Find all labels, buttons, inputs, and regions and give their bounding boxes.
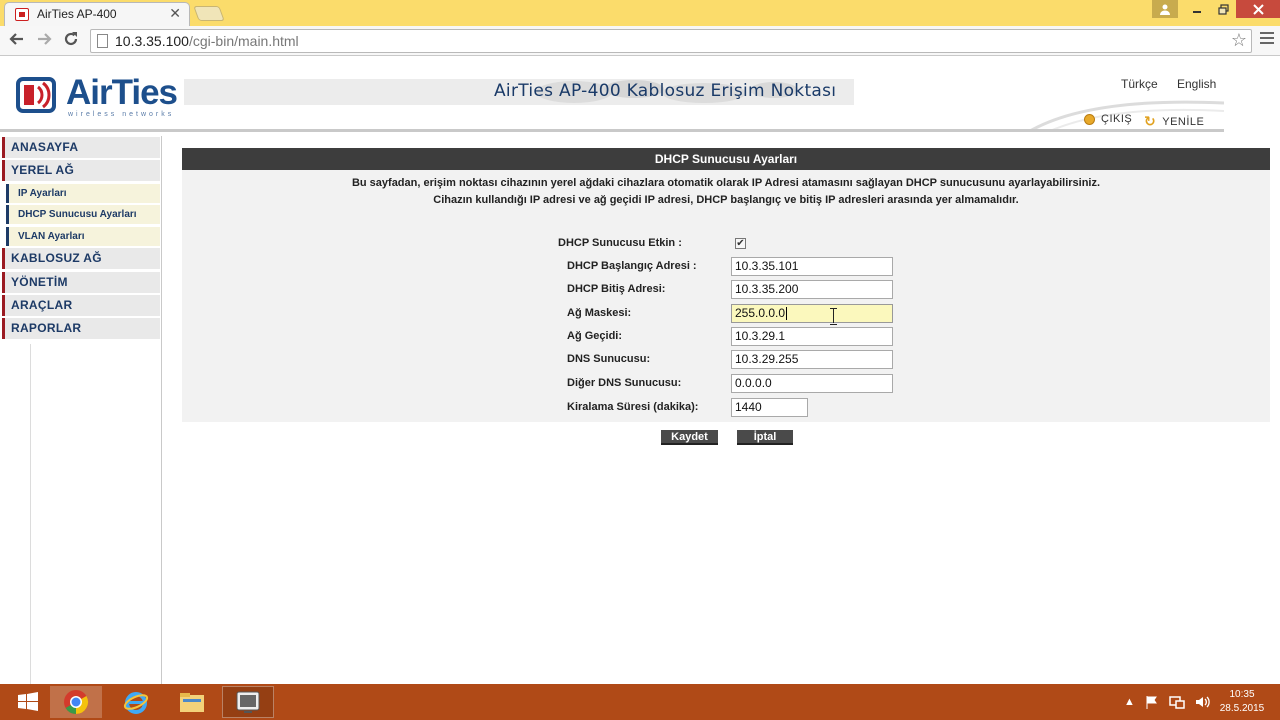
cancel-button[interactable]: İptal xyxy=(737,430,793,445)
refresh-icon: ↻ xyxy=(1144,113,1157,129)
sidebar-item-vlan-ayarlari[interactable]: VLAN Ayarları xyxy=(6,227,160,246)
logo-text: AirTies xyxy=(66,73,178,112)
window-controls xyxy=(1152,0,1280,20)
sidebar: ANASAYFA YEREL AĞ IP Ayarları DHCP Sunuc… xyxy=(0,136,162,684)
logo-subtitle: wireless networks xyxy=(68,111,175,118)
dns-label: DNS Sunucusu: xyxy=(567,353,651,365)
window-close-icon[interactable] xyxy=(1236,0,1280,18)
browser-menu-icon[interactable] xyxy=(1260,32,1274,47)
dhcp-start-input[interactable]: 10.3.35.101 xyxy=(731,257,893,276)
page-icon xyxy=(97,34,108,48)
header-divider xyxy=(0,129,1224,132)
sidebar-item-kablosuz-ag[interactable]: KABLOSUZ AĞ xyxy=(2,248,160,269)
taskbar-clock[interactable]: 10:35 28.5.2015 xyxy=(1216,688,1268,716)
taskbar: ▲ 10:35 28.5.2015 xyxy=(0,684,1280,720)
network-icon[interactable] xyxy=(1169,695,1185,709)
minimize-icon[interactable] xyxy=(1184,0,1210,18)
sidebar-item-dhcp-sunucusu[interactable]: DHCP Sunucusu Ayarları xyxy=(6,205,160,224)
browser-toolbar: 10.3.35.100/cgi-bin/main.html ☆ xyxy=(0,26,1280,56)
sidebar-divider xyxy=(30,344,31,684)
dhcp-end-input[interactable]: 10.3.35.200 xyxy=(731,280,893,299)
sidebar-item-yerel-ag[interactable]: YEREL AĞ xyxy=(2,160,160,181)
tab-title: AirTies AP-400 xyxy=(37,7,117,21)
sidebar-item-ip-ayarlari[interactable]: IP Ayarları xyxy=(6,184,160,203)
windows-start-icon[interactable] xyxy=(2,686,54,718)
logout-icon xyxy=(1084,113,1095,125)
gateway-label: Ağ Geçidi: xyxy=(567,330,623,342)
sidebar-item-yonetim[interactable]: YÖNETİM xyxy=(2,272,160,293)
back-icon[interactable] xyxy=(8,30,26,52)
bookmark-star-icon[interactable]: ☆ xyxy=(1231,30,1247,51)
gateway-input[interactable]: 10.3.29.1 xyxy=(731,327,893,346)
airties-favicon-icon xyxy=(15,8,29,21)
screen: AirTies AP-400 ✕ 10.3.35.100/cgi-bin/mai… xyxy=(0,0,1280,720)
browser-tabstrip: AirTies AP-400 ✕ xyxy=(0,0,1280,26)
sidebar-item-anasayfa[interactable]: ANASAYFA xyxy=(2,137,160,158)
airties-logo: AirTies wireless networks xyxy=(16,73,186,118)
logout-button[interactable]: ÇIKIŞ xyxy=(1084,113,1132,125)
lang-turkish-link[interactable]: Türkçe xyxy=(1121,77,1158,91)
page-title: AirTies AP-400 Kablosuz Erişim Noktası xyxy=(494,81,837,101)
internet-explorer-icon[interactable] xyxy=(110,686,162,718)
url-text: 10.3.35.100/cgi-bin/main.html xyxy=(115,33,299,49)
dhcp-end-label: DHCP Bitiş Adresi: xyxy=(567,283,666,295)
airties-logo-icon xyxy=(16,77,56,113)
subnet-mask-label: Ağ Maskesi: xyxy=(567,307,632,319)
panel-title: DHCP Sunucusu Ayarları xyxy=(182,148,1270,170)
dhcp-enabled-checkbox[interactable]: ✔ xyxy=(735,238,746,249)
dhcp-enabled-label: DHCP Sunucusu Etkin : xyxy=(558,237,682,249)
description-line-2: Cihazın kullandığı IP adresi ve ağ geçid… xyxy=(433,194,1019,206)
refresh-button[interactable]: ↻ YENİLE xyxy=(1144,113,1204,130)
lease-time-input[interactable]: 1440 xyxy=(731,398,808,417)
maximize-icon[interactable] xyxy=(1210,0,1236,18)
action-center-flag-icon[interactable] xyxy=(1145,695,1159,709)
address-bar[interactable]: 10.3.35.100/cgi-bin/main.html ☆ xyxy=(90,29,1252,53)
reload-icon[interactable] xyxy=(62,30,80,52)
user-profile-icon[interactable] xyxy=(1152,0,1178,18)
volume-icon[interactable] xyxy=(1195,695,1211,709)
dhcp-start-label: DHCP Başlangıç Adresi : xyxy=(567,260,697,272)
sidebar-item-raporlar[interactable]: RAPORLAR xyxy=(2,318,160,339)
secondary-dns-input[interactable]: 0.0.0.0 xyxy=(731,374,893,393)
ibeam-cursor-icon xyxy=(829,308,837,325)
lang-english-link[interactable]: English xyxy=(1177,77,1216,91)
forward-icon[interactable] xyxy=(35,30,53,52)
sidebar-item-araclar[interactable]: ARAÇLAR xyxy=(2,295,160,316)
new-tab-button[interactable] xyxy=(193,6,225,21)
settings-panel xyxy=(182,170,1270,422)
clock-time: 10:35 xyxy=(1229,689,1255,700)
dns-input[interactable]: 10.3.29.255 xyxy=(731,350,893,369)
save-button[interactable]: Kaydet xyxy=(661,430,718,445)
description-line-1: Bu sayfadan, erişim noktası cihazının ye… xyxy=(351,177,1101,189)
page-header: AirTies wireless networks AirTies AP-400… xyxy=(0,57,1280,135)
chrome-taskbar-icon[interactable] xyxy=(50,686,102,718)
tab-close-icon[interactable]: ✕ xyxy=(169,5,181,22)
subnet-mask-input[interactable]: 255.0.0.0 xyxy=(731,304,893,323)
screen-recorder-taskbar-icon[interactable] xyxy=(222,686,274,718)
file-explorer-icon[interactable] xyxy=(166,686,218,718)
system-tray: ▲ xyxy=(1124,684,1211,720)
browser-tab[interactable]: AirTies AP-400 ✕ xyxy=(4,2,190,26)
lease-time-label: Kiralama Süresi (dakika): xyxy=(567,401,699,413)
show-hidden-icons-icon[interactable]: ▲ xyxy=(1124,696,1135,708)
secondary-dns-label: Diğer DNS Sunucusu: xyxy=(567,377,682,389)
text-caret xyxy=(786,307,788,321)
clock-date: 28.5.2015 xyxy=(1219,703,1265,714)
